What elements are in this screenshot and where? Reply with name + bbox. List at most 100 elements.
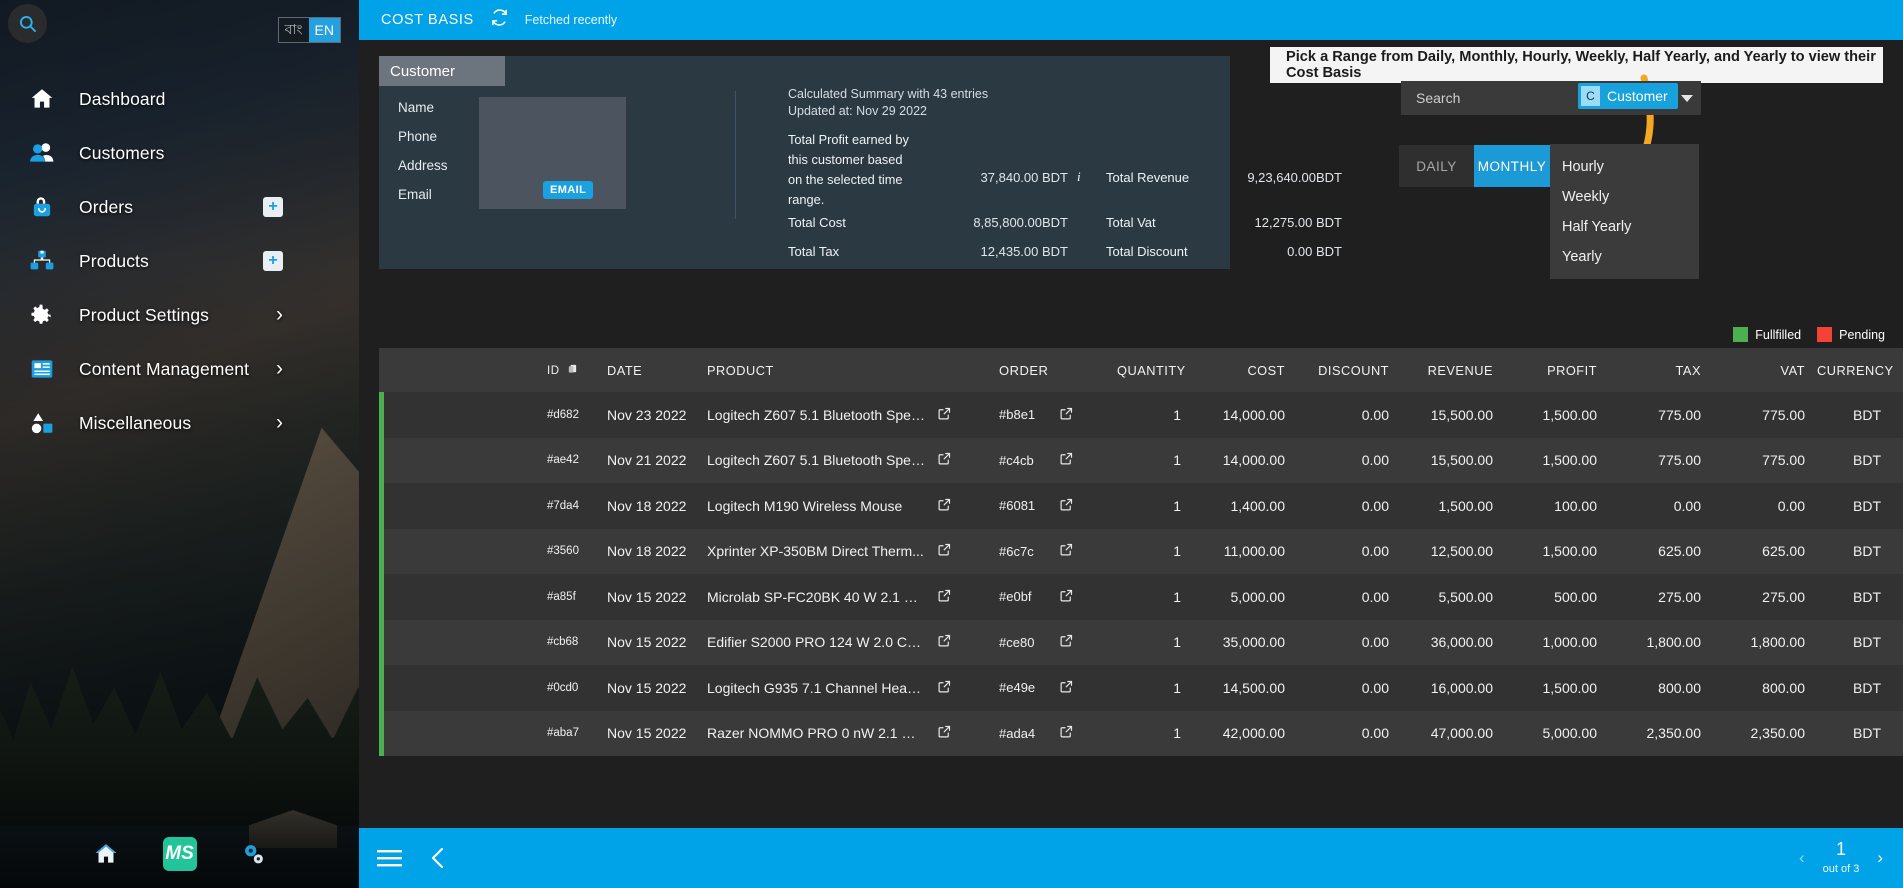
sidebar-item-dashboard[interactable]: Dashboard	[0, 72, 359, 126]
table-row[interactable]: #aba7 Nov 15 2022 Razer NOMMO PRO 0 nW 2.1…	[379, 710, 1903, 756]
hamburger-icon[interactable]	[377, 849, 402, 868]
external-link-icon[interactable]	[937, 407, 952, 424]
th-status	[379, 348, 541, 392]
add-order-button[interactable]: +	[263, 197, 283, 217]
table-row[interactable]: #a85f Nov 15 2022 Microlab SP-FC20BK 40 W …	[379, 574, 1903, 620]
table-row[interactable]: #0cd0 Nov 15 2022 Logitech G935 7.1 Channe…	[379, 665, 1903, 711]
sidebar-item-products[interactable]: Products +	[0, 234, 359, 288]
info-icon[interactable]: i	[1077, 169, 1081, 185]
product-link-cell[interactable]	[931, 392, 993, 438]
product-link-cell[interactable]	[931, 665, 993, 711]
table-row[interactable]: #7da4 Nov 18 2022 Logitech M190 Wireless M…	[379, 483, 1903, 529]
external-link-icon[interactable]	[937, 680, 952, 697]
order-link-cell[interactable]	[1053, 483, 1111, 529]
sidebar-item-customers[interactable]: Customers	[0, 126, 359, 180]
external-link-icon[interactable]	[1059, 589, 1074, 606]
table-header-row: ID DATE PRODUCT ORDER QUANTITY COST DISC…	[379, 348, 1903, 392]
th-currency[interactable]: CURRENCY	[1811, 348, 1903, 392]
language-toggle[interactable]: বাং EN	[277, 17, 341, 43]
external-link-icon[interactable]	[1059, 726, 1074, 742]
order-link-cell[interactable]	[1053, 392, 1111, 438]
menu-item-half-yearly[interactable]: Half Yearly	[1550, 212, 1699, 242]
table-row[interactable]: #d682 Nov 23 2022 Logitech Z607 5.1 Blueto…	[379, 392, 1903, 438]
order-link-cell[interactable]	[1053, 528, 1111, 574]
product-link-cell[interactable]	[931, 437, 993, 483]
external-link-icon[interactable]	[1059, 544, 1074, 560]
chevron-right-icon[interactable]: ›	[276, 357, 283, 381]
product-link-cell[interactable]	[931, 528, 993, 574]
order-link-cell[interactable]	[1053, 665, 1111, 711]
external-link-icon[interactable]	[937, 726, 952, 742]
external-link-icon[interactable]	[937, 453, 952, 469]
th-quantity[interactable]: QUANTITY	[1111, 348, 1187, 392]
table-row[interactable]: #3560 Nov 18 2022 Xprinter XP-350BM Direct…	[379, 528, 1903, 574]
product-link-cell[interactable]	[931, 619, 993, 665]
th-cost[interactable]: COST	[1187, 348, 1291, 392]
external-link-icon[interactable]	[937, 589, 952, 606]
sidebar-home-icon[interactable]	[93, 841, 119, 867]
th-discount[interactable]: DISCOUNT	[1291, 348, 1395, 392]
th-profit[interactable]: PROFIT	[1499, 348, 1603, 392]
external-link-icon[interactable]	[937, 498, 952, 515]
th-order[interactable]: ORDER	[993, 348, 1053, 392]
order-link-cell[interactable]	[1053, 574, 1111, 620]
search-icon-button[interactable]	[8, 4, 47, 43]
table-row[interactable]: #cb68 Nov 15 2022 Edifier S2000 PRO 124 W …	[379, 619, 1903, 665]
refresh-icon[interactable]	[490, 8, 509, 32]
back-chevron-left-icon[interactable]	[430, 846, 446, 870]
legend-pending: Pending	[1817, 327, 1885, 342]
customer-tab[interactable]: Customer	[379, 56, 505, 86]
cell-product: Razer NOMMO PRO 0 nW 2.1 Ch...	[701, 710, 931, 756]
gears-icon[interactable]	[241, 841, 267, 867]
external-link-icon[interactable]	[1059, 680, 1074, 697]
product-link-cell[interactable]	[931, 574, 993, 620]
chevron-right-icon[interactable]: ›	[276, 411, 283, 435]
product-link-cell[interactable]	[931, 710, 993, 756]
total-vat-label: Total Vat	[1106, 215, 1156, 230]
table-row[interactable]: #ae42 Nov 21 2022 Logitech Z607 5.1 Blueto…	[379, 437, 1903, 483]
th-tax[interactable]: TAX	[1603, 348, 1707, 392]
external-link-icon[interactable]	[937, 635, 952, 651]
product-link-cell[interactable]	[931, 483, 993, 529]
sidebar-footer: MS	[0, 820, 359, 888]
sidebar-item-product-settings[interactable]: Product Settings ›	[0, 288, 359, 342]
th-date[interactable]: DATE	[601, 348, 701, 392]
external-link-icon[interactable]	[1059, 407, 1074, 424]
th-vat[interactable]: VAT	[1707, 348, 1811, 392]
external-link-icon[interactable]	[1059, 635, 1074, 651]
menu-item-weekly[interactable]: Weekly	[1550, 182, 1699, 212]
th-product[interactable]: PRODUCT	[701, 348, 931, 392]
menu-item-hourly[interactable]: Hourly	[1550, 152, 1699, 182]
menu-item-yearly[interactable]: Yearly	[1550, 242, 1699, 272]
language-option-en[interactable]: EN	[308, 18, 340, 42]
order-link-cell[interactable]	[1053, 619, 1111, 665]
sidebar-item-miscellaneous[interactable]: Miscellaneous ›	[0, 396, 359, 450]
cell-quantity: 1	[1111, 710, 1187, 756]
th-revenue[interactable]: REVENUE	[1395, 348, 1499, 392]
email-button[interactable]: EMAIL	[543, 181, 594, 199]
external-link-icon[interactable]	[937, 544, 952, 560]
th-id[interactable]: ID	[541, 348, 601, 392]
cell-profit: 1,500.00	[1499, 437, 1603, 483]
add-product-button[interactable]: +	[263, 251, 283, 271]
selected-type-chip[interactable]: C Customer	[1578, 83, 1678, 109]
cell-order: #6c7c	[993, 528, 1053, 574]
prev-page-button[interactable]: ‹	[1799, 848, 1805, 868]
sidebar-item-content-management[interactable]: Content Management ›	[0, 342, 359, 396]
order-link-cell[interactable]	[1053, 437, 1111, 483]
total-vat-value: 12,275.00 BDT	[1254, 215, 1342, 230]
tab-monthly[interactable]: MONTHLY	[1474, 145, 1550, 187]
cell-id: #a85f	[541, 574, 601, 620]
order-link-cell[interactable]	[1053, 710, 1111, 756]
external-link-icon[interactable]	[1059, 498, 1074, 515]
language-option-bn[interactable]: বাং	[278, 18, 309, 42]
row-status-cell	[379, 665, 541, 711]
chevron-right-icon[interactable]: ›	[276, 303, 283, 327]
sidebar-item-orders[interactable]: Orders +	[0, 180, 359, 234]
brand-logo[interactable]: MS	[162, 837, 197, 871]
revenue-label: Total Revenue	[1106, 170, 1190, 185]
external-link-icon[interactable]	[1059, 453, 1074, 469]
next-page-button[interactable]: ›	[1877, 848, 1883, 868]
tab-daily[interactable]: DAILY	[1399, 145, 1474, 187]
copy-icon[interactable]	[567, 363, 578, 375]
